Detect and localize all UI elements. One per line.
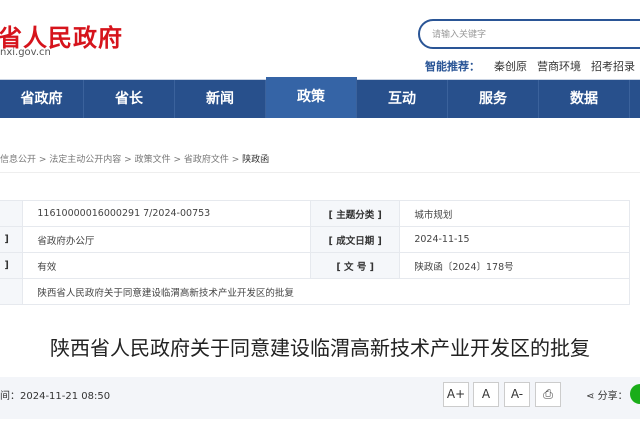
- print-button[interactable]: ⎙: [535, 382, 561, 407]
- recommendations: 智能推荐： 秦创原 营商环境 招考招录: [425, 58, 640, 74]
- meta-label: ]: [0, 226, 24, 253]
- nav-item[interactable]: 数据: [539, 80, 630, 118]
- crumb[interactable]: 政策文件: [135, 155, 171, 165]
- breadcrumb: 信息公开 > 法定主动公开内容 > 政策文件 > 省政府文件 > 陕政函: [0, 155, 270, 165]
- meta-label: [0, 278, 24, 305]
- meta-label: ]: [0, 252, 24, 279]
- font-decrease-button[interactable]: A-: [504, 382, 530, 407]
- meta-label: [ 成文日期 ]: [310, 226, 401, 253]
- share-icon: ⋖: [586, 391, 595, 402]
- font-normal-button[interactable]: A: [473, 382, 499, 407]
- rec-link[interactable]: 招考招录: [591, 60, 635, 73]
- meta-value: 2024-11-15: [399, 226, 630, 253]
- meta-value: 城市规划: [399, 200, 630, 227]
- print-icon: ⎙: [543, 387, 553, 401]
- page-title: 陕西省人民政府关于同意建设临渭高新技术产业开发区的批复: [50, 336, 590, 360]
- nav-item[interactable]: 省长: [84, 80, 175, 118]
- nav-item[interactable]: 互动: [357, 80, 448, 118]
- meta-value: 省政府办公厅: [22, 226, 312, 253]
- crumb[interactable]: 陕政函: [242, 155, 269, 165]
- meta-value: 陕政函〔2024〕178号: [399, 252, 630, 279]
- meta-value: 有效: [22, 252, 312, 279]
- crumb[interactable]: 信息公开: [0, 155, 36, 165]
- crumb[interactable]: 省政府文件: [184, 155, 229, 165]
- meta-label: [0, 200, 24, 227]
- nav-item-active[interactable]: 政策: [266, 77, 357, 118]
- crumb[interactable]: 法定主动公开内容: [49, 155, 121, 165]
- main-nav: 省政府 省长 新闻 政策 互动 服务 数据: [0, 77, 640, 118]
- nav-item[interactable]: 新闻: [175, 80, 266, 118]
- meta-label: [ 主题分类 ]: [310, 200, 401, 227]
- meta-value: 11610000016000291 7/2024-00753: [22, 200, 312, 227]
- divider: [0, 172, 640, 173]
- publish-time: 间：2024-11-21 08:50: [0, 391, 111, 402]
- meta-table: 11610000016000291 7/2024-00753[ 主题分类 ] 城市…: [0, 200, 630, 305]
- meta-value: 陕西省人民政府关于同意建设临渭高新技术产业开发区的批复: [22, 278, 630, 305]
- search-input[interactable]: 请输入关键字: [418, 19, 640, 49]
- meta-label: [ 文 号 ]: [310, 252, 401, 279]
- site-domain: nxi.gov.cn: [0, 47, 51, 58]
- nav-item[interactable]: 服务: [448, 80, 539, 118]
- nav-item[interactable]: 省政府: [0, 80, 84, 118]
- font-increase-button[interactable]: A+: [443, 382, 469, 407]
- rec-link[interactable]: 营商环境: [537, 60, 581, 73]
- share-label: ⋖ 分享：: [586, 387, 628, 402]
- rec-link[interactable]: 秦创原: [494, 60, 527, 73]
- share-text: 分享：: [597, 391, 628, 402]
- rec-label: 智能推荐：: [425, 60, 480, 73]
